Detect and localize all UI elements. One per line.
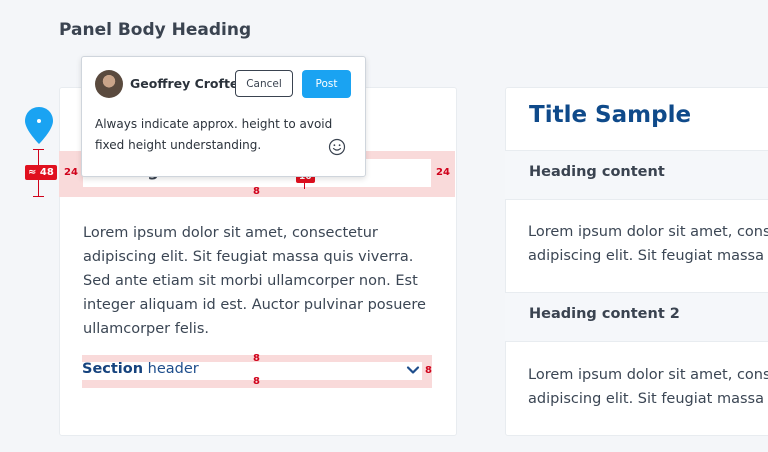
height-measure-cap-top: [33, 149, 44, 150]
cancel-button[interactable]: Cancel: [235, 70, 293, 97]
right-card-title: Title Sample: [529, 102, 692, 128]
inline-measure-line-bottom: [304, 183, 305, 189]
section-spacing-bottom-label: 8: [253, 376, 260, 387]
spacing-bottom-label: 8: [253, 186, 260, 197]
emoji-icon[interactable]: [328, 138, 346, 156]
height-measure-cap-bottom: [33, 196, 44, 197]
section-spacing-right-label: 8: [425, 365, 432, 376]
right-body-1-line1: Lorem ipsum dolor sit amet, conse: [528, 224, 768, 240]
right-heading-1: Heading content: [529, 164, 665, 180]
comment-text[interactable]: Always indicate approx. height to avoid …: [95, 114, 335, 156]
left-card-body: Lorem ipsum dolor sit amet, consectetur …: [83, 225, 426, 337]
map-pin-icon: [25, 107, 53, 144]
spacing-right-label: 24: [436, 167, 450, 178]
section-spacing-top-label: 8: [253, 353, 260, 364]
section-header-rest: header: [143, 361, 199, 377]
comment-user-name: Geoffrey Crofte: [130, 76, 239, 91]
section-header-toggle[interactable]: Section header: [82, 361, 199, 377]
spacing-left-label: 24: [64, 167, 78, 178]
right-body-2-line1: Lorem ipsum dolor sit amet, conse: [528, 367, 768, 383]
right-body-1-line2: adipiscing elit. Sit feugiat massa qu: [528, 248, 768, 264]
right-heading-2: Heading content 2: [529, 306, 680, 322]
avatar: [95, 70, 123, 98]
height-measure-badge: ≈ 48: [25, 165, 57, 180]
post-button[interactable]: Post: [302, 70, 351, 98]
panel-heading: Panel Body Heading: [59, 20, 252, 40]
right-body-2-line2: adipiscing elit. Sit feugiat massa qu: [528, 391, 768, 407]
section-header-bold: Section: [82, 361, 144, 377]
chevron-down-icon[interactable]: [406, 363, 420, 377]
